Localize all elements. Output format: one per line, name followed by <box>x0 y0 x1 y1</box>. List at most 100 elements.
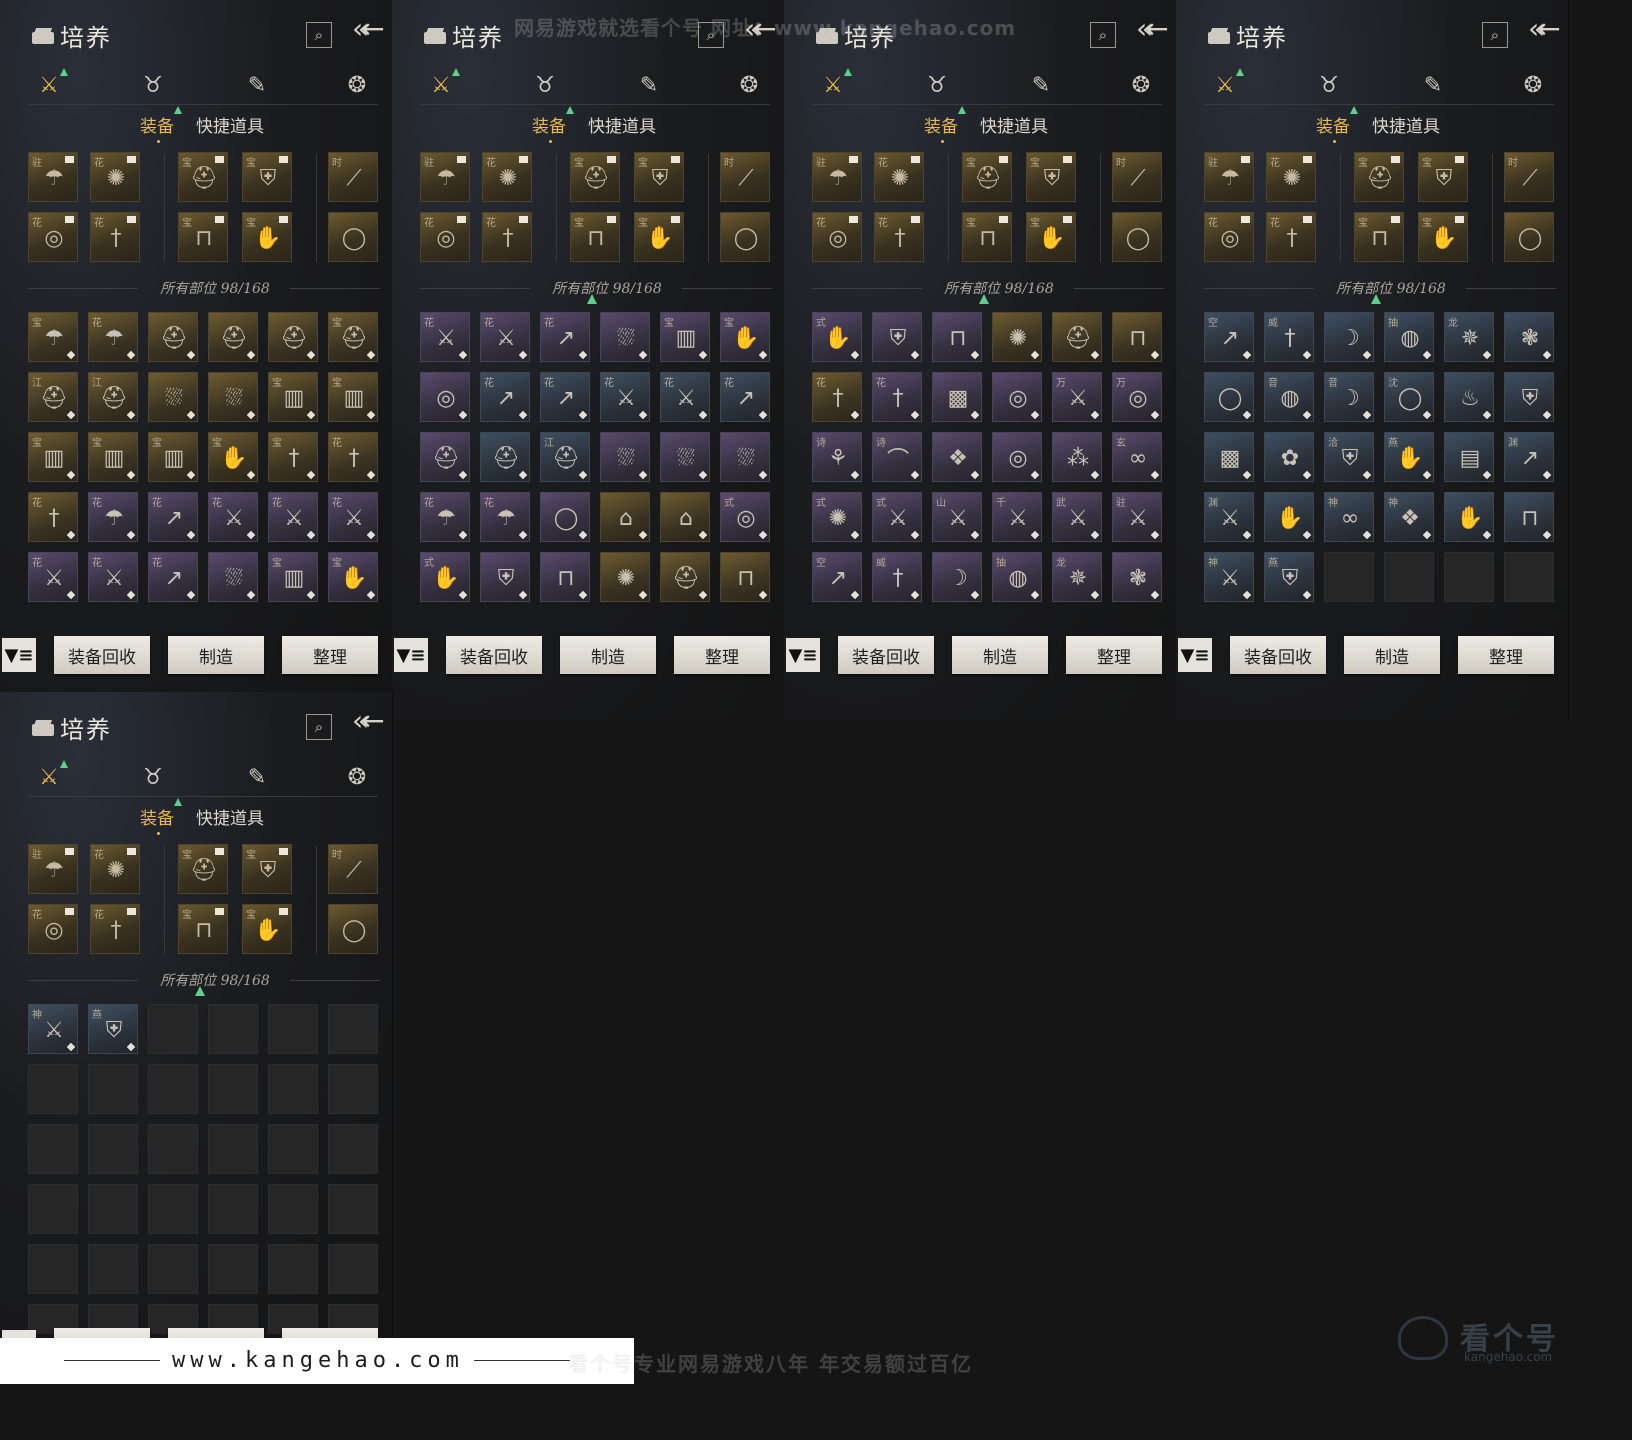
inventory-item[interactable]: ☽ <box>932 552 982 602</box>
inventory-item[interactable]: 花 ☂ <box>88 492 138 542</box>
inventory-item[interactable]: 龙 ✵ <box>1052 552 1102 602</box>
tab-crossed-swords[interactable]: ⚔ <box>1210 68 1244 100</box>
craft-button[interactable]: 制造 <box>1344 636 1440 674</box>
inventory-item[interactable]: 宝 ▥ <box>268 372 318 422</box>
tab-equipment[interactable]: 装备 <box>140 106 182 143</box>
inventory-item[interactable]: ✺ <box>600 552 650 602</box>
inventory-item[interactable]: 山 ⚔ <box>932 492 982 542</box>
equipped-slot-fan[interactable]: 花 ✺ <box>90 152 140 202</box>
inventory-item[interactable]: 沈 ◯ <box>1384 372 1434 422</box>
inventory-item[interactable]: 诗 ⌒ <box>872 432 922 482</box>
inventory-item[interactable]: 宝 ✋ <box>208 432 258 482</box>
inventory-item[interactable]: 花 ⚔ <box>28 552 78 602</box>
inventory-item[interactable]: 式 ✋ <box>812 312 862 362</box>
inventory-item[interactable]: 宝 ✋ <box>720 312 770 362</box>
inventory-item[interactable]: 音 ◍ <box>1264 372 1314 422</box>
sort-button[interactable]: 整理 <box>1066 636 1162 674</box>
tab-token[interactable]: ❂ <box>342 762 372 792</box>
tab-equipment[interactable]: 装备 <box>1316 106 1358 143</box>
inventory-item[interactable]: ❃ <box>1504 312 1554 362</box>
search-button[interactable]: ⌕ <box>306 22 332 48</box>
equipped-slot-dagger[interactable]: 花 † <box>90 212 140 262</box>
inventory-item[interactable]: ⛨ <box>872 312 922 362</box>
inventory-item[interactable]: 宝 ▥ <box>328 372 378 422</box>
inventory-item[interactable]: ✋ <box>1264 492 1314 542</box>
inventory-item[interactable]: ⛨ <box>1504 372 1554 422</box>
tab-quick-items[interactable]: 快捷道具 <box>196 804 264 829</box>
equipped-slot-fan[interactable]: 花 ✺ <box>90 844 140 894</box>
inventory-item[interactable]: 式 ✺ <box>812 492 862 542</box>
filter-button[interactable]: ▼≡ <box>394 638 428 672</box>
inventory-item[interactable]: ❖ <box>932 432 982 482</box>
inventory-item[interactable]: ⊓ <box>1504 492 1554 542</box>
inventory-item[interactable]: 花 † <box>328 432 378 482</box>
tab-token[interactable]: ❂ <box>342 70 372 100</box>
inventory-item[interactable]: 燕 ⛨ <box>88 1004 138 1054</box>
inventory-item[interactable]: 抽 ◍ <box>1384 312 1434 362</box>
inventory-item[interactable]: 万 ⚔ <box>1052 372 1102 422</box>
inventory-item[interactable]: 燕 ✋ <box>1384 432 1434 482</box>
inventory-item[interactable]: 威 † <box>872 552 922 602</box>
inventory-item[interactable]: 花 ⚔ <box>268 492 318 542</box>
equipped-slot-fan[interactable]: 花 ✺ <box>1266 152 1316 202</box>
inventory-item[interactable]: ⛑ <box>660 552 710 602</box>
inventory-item[interactable]: 式 ⚔ <box>872 492 922 542</box>
tab-token[interactable]: ❂ <box>1126 70 1156 100</box>
inventory-item[interactable]: ⛆ <box>600 432 650 482</box>
equipped-slot-dagger[interactable]: 花 † <box>90 904 140 954</box>
inventory-item[interactable]: 宝 ⛑ <box>328 312 378 362</box>
equipped-slot-greaves[interactable]: 宝 ⊓ <box>178 904 228 954</box>
inventory-item[interactable]: 花 ☂ <box>480 492 530 542</box>
inventory-item[interactable]: 武 ⚔ <box>1052 492 1102 542</box>
equipped-slot-ring[interactable]: ◯ <box>1504 212 1554 262</box>
recycle-button[interactable]: 装备回收 <box>54 636 150 674</box>
inventory-item[interactable]: 玄 ∞ <box>1112 432 1162 482</box>
inventory-item[interactable]: 宝 ▥ <box>268 552 318 602</box>
tab-crossed-swords[interactable]: ⚔ <box>818 68 852 100</box>
equipped-slot-fan[interactable]: 花 ✺ <box>874 152 924 202</box>
inventory-item[interactable]: 空 ↗ <box>812 552 862 602</box>
equipped-slot-dagger[interactable]: 花 † <box>482 212 532 262</box>
craft-button[interactable]: 制造 <box>560 636 656 674</box>
craft-button[interactable]: 制造 <box>952 636 1048 674</box>
inventory-item[interactable]: 花 ⚔ <box>420 312 470 362</box>
inventory-item[interactable]: ⛑ <box>208 312 258 362</box>
inventory-item[interactable]: ⛨ <box>480 552 530 602</box>
equipped-slot-shield[interactable]: 花 ◎ <box>420 212 470 262</box>
tab-scroll[interactable]: ✎ <box>634 70 664 100</box>
tab-crossed-swords[interactable]: ⚔ <box>426 68 460 100</box>
inventory-item[interactable]: ◯ <box>1204 372 1254 422</box>
equipped-slot-umbrella[interactable]: 驻 ☂ <box>28 152 78 202</box>
inventory-item[interactable]: 空 ↗ <box>1204 312 1254 362</box>
equipped-slot-umbrella[interactable]: 驻 ☂ <box>812 152 862 202</box>
inventory-item[interactable]: 千 ⚔ <box>992 492 1042 542</box>
back-button[interactable]: «← <box>1528 14 1566 44</box>
equipped-slot-helmet[interactable]: 宝 ⛑ <box>962 152 1012 202</box>
tab-crossed-swords[interactable]: ⚔ <box>34 760 68 792</box>
inventory-item[interactable]: ⛆ <box>720 432 770 482</box>
inventory-item[interactable]: 音 ☽ <box>1324 372 1374 422</box>
equipped-slot-staff[interactable]: 时 ⟋ <box>1504 152 1554 202</box>
equipped-slot-greaves[interactable]: 宝 ⊓ <box>570 212 620 262</box>
inventory-item[interactable]: 渊 ⚔ <box>1204 492 1254 542</box>
inventory-item[interactable]: ⛑ <box>480 432 530 482</box>
filter-button[interactable]: ▼≡ <box>2 638 36 672</box>
inventory-item[interactable]: 宝 ☂ <box>28 312 78 362</box>
inventory-item[interactable]: 洽 ⛨ <box>1324 432 1374 482</box>
inventory-item[interactable]: 神 ❖ <box>1384 492 1434 542</box>
equipped-slot-greaves[interactable]: 宝 ⊓ <box>1354 212 1404 262</box>
inventory-item[interactable]: 花 ⚔ <box>328 492 378 542</box>
sort-button[interactable]: 整理 <box>1458 636 1554 674</box>
inventory-item[interactable]: ⊓ <box>720 552 770 602</box>
inventory-item[interactable]: 神 ⚔ <box>28 1004 78 1054</box>
inventory-item[interactable]: ⛆ <box>600 312 650 362</box>
inventory-item[interactable]: 神 ∞ <box>1324 492 1374 542</box>
inventory-item[interactable]: 驻 ⚔ <box>1112 492 1162 542</box>
equipped-slot-greaves[interactable]: 宝 ⊓ <box>962 212 1012 262</box>
inventory-item[interactable]: 宝 ▥ <box>148 432 198 482</box>
equipped-slot-gauntlet[interactable]: 宝 ✋ <box>634 212 684 262</box>
inventory-item[interactable]: 式 ◎ <box>720 492 770 542</box>
equipped-slot-ring[interactable]: ◯ <box>328 212 378 262</box>
tab-crossed-swords[interactable]: ⚔ <box>34 68 68 100</box>
tab-scroll[interactable]: ✎ <box>1418 70 1448 100</box>
